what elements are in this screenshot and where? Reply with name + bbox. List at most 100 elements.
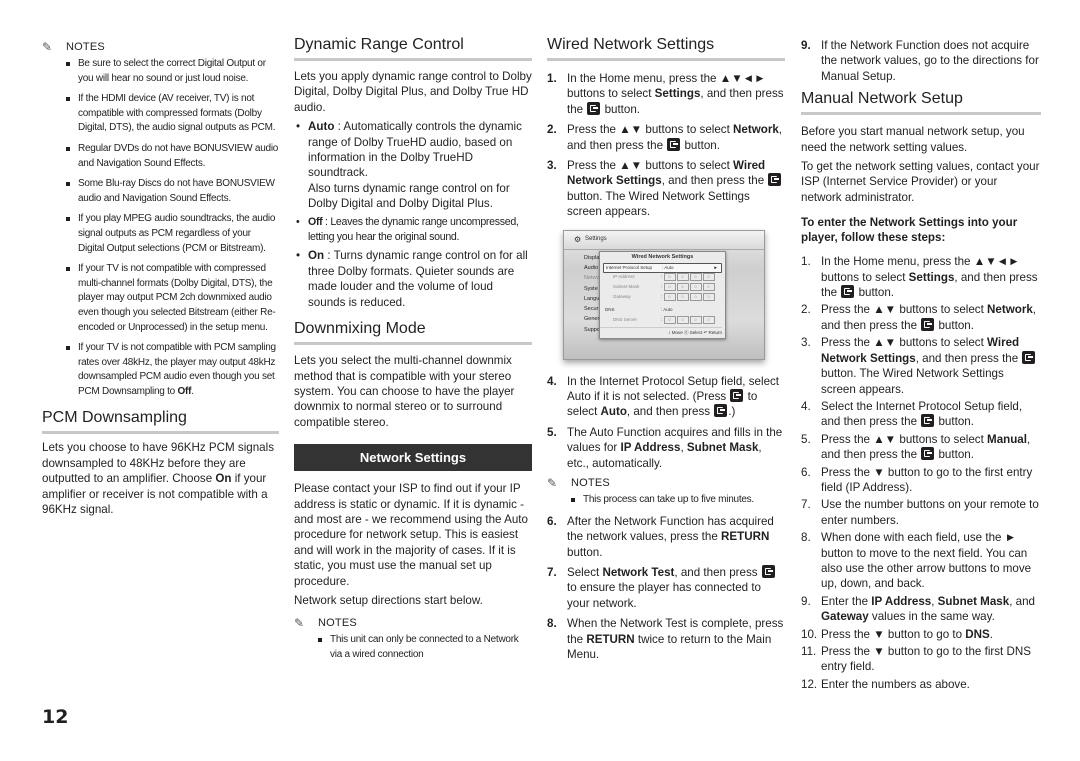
column-3: Wired Network Settings 1. In the Home men… — [547, 36, 785, 667]
ip-octet-field: 0 — [663, 292, 676, 301]
pcm-description: Lets you choose to have 96KHz PCM signal… — [42, 441, 274, 517]
notes-list: Be sure to select the correct Digital Ou… — [66, 57, 279, 399]
ip-octet-field: 0 — [663, 315, 676, 324]
wired-step-9: 9. If the Network Function does not acqui… — [801, 38, 1041, 84]
step-item: 4. In the Internet Protocol Setup field, … — [547, 374, 780, 419]
step-item: 7. Use the number buttons on your remote … — [801, 498, 1039, 527]
ip-octet-field: 0 — [676, 272, 689, 281]
arrow-buttons-icon: ▲▼◄► — [719, 72, 766, 85]
ip-octet-field: 0 — [702, 272, 715, 281]
step-item: 1. In the Home menu, press the ▲▼◄► butto… — [547, 72, 784, 116]
notes-list: This process can take up to five minutes… — [571, 493, 785, 508]
enter-button-icon — [841, 285, 855, 299]
manual-intro-1: Before you start manual network setup, y… — [801, 125, 1025, 154]
manual-steps-heading: To enter the Network Settings into your … — [801, 216, 1018, 245]
section-title-pcm-downsampling: PCM Downsampling — [42, 409, 279, 435]
right-arrow-icon: ► — [713, 264, 718, 270]
note-item: If the HDMI device (AV receiver, TV) is … — [66, 92, 279, 136]
note-item: Regular DVDs do not have BONUSVIEW audio… — [66, 142, 279, 171]
tv-screenshot-wired-network-settings: ⚙ Settings Displa Audio Netwo Syste Lang… — [563, 229, 765, 360]
enter-button-icon — [921, 414, 935, 428]
step-item: 9. Enter the IP Address, Subnet Mask, and… — [801, 594, 1035, 624]
wired-steps-final: 6. After the Network Function has acquire… — [547, 514, 785, 663]
section-title-manual-network-setup: Manual Network Setup — [801, 90, 1041, 116]
section-title-wired-network-settings: Wired Network Settings — [547, 36, 785, 61]
down-arrow-icon: ▼ — [873, 645, 885, 658]
tv-row-dns-server: DNS Server: 0000 — [603, 315, 722, 324]
step-item: 3. Press the ▲▼ buttons to select Wired N… — [547, 158, 785, 220]
down-arrow-icon: ▼ — [873, 627, 885, 641]
step-item: 3. Press the ▲▼ buttons to select Wired N… — [801, 335, 1041, 397]
drc-option-auto: Auto : Automatically controls the dynami… — [294, 119, 532, 211]
pencil-icon: ✎ — [42, 40, 53, 54]
network-directions: Network setup directions start below. — [294, 593, 483, 607]
ip-octet-field: 0 — [702, 315, 715, 324]
wired-steps: 1. In the Home menu, press the ▲▼◄► butto… — [547, 71, 785, 220]
ip-octet-field: 0 — [676, 315, 689, 324]
tv-dialog: Wired Network Settings Internet Protocol… — [599, 250, 726, 339]
enter-button-icon — [921, 317, 935, 331]
up-down-arrows-icon: ▲▼ — [619, 123, 643, 137]
section-title-downmixing-mode: Downmixing Mode — [294, 320, 532, 346]
network-intro: Please contact your ISP to find out if y… — [294, 482, 528, 588]
note-item: If your TV is not compatible with compre… — [66, 262, 279, 335]
wired-steps-continued: 4. In the Internet Protocol Setup field, … — [547, 374, 785, 471]
notes-heading: ✎ NOTES — [294, 616, 357, 631]
column-1: ✎ NOTES Be sure to select the correct Di… — [42, 36, 279, 518]
page-number: 12 — [42, 706, 69, 728]
ip-octet-field: 0 — [663, 282, 676, 291]
enter-button-icon — [730, 389, 744, 403]
enter-button-icon — [761, 564, 775, 578]
manual-intro-2: To get the network setting values, conta… — [801, 160, 1040, 204]
enter-button-icon — [714, 404, 728, 418]
notes-list: This unit can only be connected to a Net… — [318, 633, 532, 662]
note-item: If your TV is not compatible with PCM sa… — [66, 341, 279, 399]
ip-octet-field: 0 — [676, 282, 689, 291]
pencil-icon: ✎ — [294, 616, 305, 631]
drc-intro: Lets you apply dynamic range control to … — [294, 70, 532, 114]
enter-button-icon — [768, 173, 782, 187]
step-item: 11. Press the ▼ button to go to the first… — [801, 645, 1031, 674]
step-item: 5. Press the ▲▼ buttons to select Manual,… — [801, 432, 1031, 462]
tv-row-subnet-mask: Subnet Mask: 0000 — [603, 282, 722, 291]
right-arrow-icon: ► — [1004, 531, 1017, 545]
pencil-icon: ✎ — [547, 476, 558, 491]
up-down-arrows-icon: ▲▼ — [873, 303, 897, 317]
tv-row-gateway: Gateway: 0000 — [603, 292, 722, 301]
up-down-arrows-icon: ▲▼ — [619, 159, 643, 173]
step-item: 10. Press the ▼ button to go to DNS. — [801, 627, 993, 641]
ip-octet-field: 0 — [689, 272, 702, 281]
step-item: 2. Press the ▲▼ buttons to select Network… — [547, 123, 783, 152]
note-item: This process can take up to five minutes… — [571, 493, 785, 508]
enter-button-icon — [587, 101, 601, 115]
tv-footer-help: ↕ Move ⓔ Select ↶ Return — [600, 326, 722, 336]
ip-octet-field: 0 — [676, 292, 689, 301]
step-item: 9. If the Network Function does not acqui… — [801, 39, 1039, 83]
step-item: 1. In the Home menu, press the ▲▼◄► butto… — [801, 255, 1038, 300]
step-item: 5. The Auto Function acquires and fills i… — [547, 425, 783, 470]
step-item: 2. Press the ▲▼ buttons to select Network… — [801, 303, 1037, 332]
ip-octet-field: 0 — [689, 282, 702, 291]
arrow-buttons-icon: ▲▼◄► — [973, 255, 1020, 269]
step-item: 8. When the Network Test is complete, pre… — [547, 617, 784, 661]
drc-option-on: On : Turns dynamic range control on for … — [294, 248, 532, 310]
column-2: Dynamic Range Control Lets you apply dyn… — [294, 36, 532, 669]
section-title-dynamic-range-control: Dynamic Range Control — [294, 36, 532, 61]
manual-steps: 1. In the Home menu, press the ▲▼◄► butto… — [801, 254, 1041, 692]
tv-menu: Displa Audio Netwo Syste Langu Secur Gen… — [584, 254, 600, 333]
network-settings-banner: Network Settings — [294, 444, 532, 472]
enter-button-icon — [667, 137, 681, 151]
note-item: Be sure to select the correct Digital Ou… — [66, 57, 279, 86]
step-item: 6. After the Network Function has acquire… — [547, 514, 774, 559]
step-item: 6. Press the ▼ button to go to the first … — [801, 465, 1033, 494]
up-down-arrows-icon: ▲▼ — [873, 432, 897, 446]
step-item: 7. Select Network Test, and then press to… — [547, 564, 785, 611]
tv-row-ip-address: IP Address: 0000 — [603, 272, 722, 281]
step-item: 4. Select the Internet Protocol Setup fie… — [801, 399, 1023, 429]
tv-row-dns: DNS: Auto — [605, 306, 673, 312]
ip-octet-field: 0 — [663, 272, 676, 281]
step-item: 8. When done with each field, use the ► b… — [801, 531, 1032, 591]
ip-octet-field: 0 — [702, 282, 715, 291]
drc-options: Auto : Automatically controls the dynami… — [294, 119, 532, 310]
up-down-arrows-icon: ▲▼ — [873, 336, 897, 350]
